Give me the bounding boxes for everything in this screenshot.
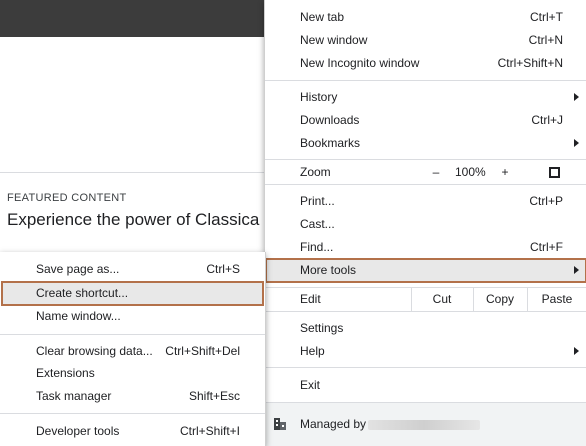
featured-content-title[interactable]: Experience the power of Classica [7,210,259,230]
featured-content-label: FEATURED CONTENT [7,192,127,204]
menu-item-print[interactable]: Print... Ctrl+P [265,190,586,213]
menu-item-settings[interactable]: Settings [265,317,586,340]
menu-item-label: History [300,90,338,104]
zoom-in-button[interactable]: + [496,165,514,179]
menu-item-label: Settings [300,321,344,335]
menu-item-exit[interactable]: Exit [265,374,586,397]
menu-item-new-window[interactable]: New window Ctrl+N [265,29,586,52]
menu-item-zoom: Zoom – 100% + [265,161,586,184]
menu-item-label: Print... [300,194,335,208]
menu-item-more-tools[interactable]: More tools [265,258,586,283]
menu-separator [265,184,586,185]
menu-item-create-shortcut[interactable]: Create shortcut... [1,281,264,306]
menu-separator [265,159,586,160]
menu-item-label: Clear browsing data... [36,344,153,358]
menu-item-label: Save page as... [36,262,120,276]
menu-item-label: Cast... [300,217,335,231]
menu-item-label: Edit [300,292,321,306]
menu-item-developer-tools[interactable]: Developer tools Ctrl+Shift+I [0,420,265,443]
menu-item-label: Task manager [36,389,112,403]
menu-item-help[interactable]: Help [265,340,586,363]
menu-separator [0,334,265,335]
menu-item-clear-browsing-data[interactable]: Clear browsing data... Ctrl+Shift+Del [0,340,265,363]
zoom-level: 100% [455,165,486,179]
menu-item-label: Create shortcut... [36,286,129,300]
menu-item-new-incognito-window[interactable]: New Incognito window Ctrl+Shift+N [265,52,586,75]
menu-item-label: New tab [300,10,345,24]
menu-item-label: Downloads [300,113,360,127]
fullscreen-icon[interactable] [549,167,560,178]
paste-button[interactable]: Paste [527,288,586,311]
building-icon [274,418,286,430]
menu-item-save-page-as[interactable]: Save page as... Ctrl+S [0,258,265,281]
menu-separator [265,311,586,312]
menu-separator [0,413,265,414]
menu-item-new-tab[interactable]: New tab Ctrl+T [265,6,586,29]
submenu-arrow-icon [574,266,579,274]
menu-item-downloads[interactable]: Downloads Ctrl+J [265,109,586,132]
menu-item-label: Zoom [300,165,331,179]
cut-button[interactable]: Cut [411,288,473,311]
menu-item-edit: Edit Cut Copy Paste [265,288,586,311]
menu-item-shortcut: Ctrl+P [529,194,563,208]
menu-item-extensions[interactable]: Extensions [0,362,265,385]
menu-item-cast[interactable]: Cast... [265,213,586,236]
menu-item-name-window[interactable]: Name window... [0,305,265,328]
menu-item-label: Help [300,344,325,358]
menu-item-shortcut: Ctrl+N [528,33,563,47]
menu-item-shortcut: Ctrl+Shift+Del [165,344,240,358]
menu-item-shortcut: Ctrl+S [206,262,240,276]
menu-item-label: Exit [300,378,321,392]
submenu-arrow-icon [574,347,579,355]
menu-item-managed-by[interactable]: Managed by [265,403,586,446]
menu-item-shortcut: Shift+Esc [188,389,240,403]
menu-item-shortcut: Ctrl+Shift+N [497,56,563,70]
menu-item-bookmarks[interactable]: Bookmarks [265,132,586,155]
menu-item-history[interactable]: History [265,86,586,109]
menu-item-label: Find... [300,240,334,254]
menu-item-label: Developer tools [36,424,120,438]
menu-separator [265,367,586,368]
browser-main-menu: New tab Ctrl+T New window Ctrl+N New Inc… [264,0,586,446]
submenu-arrow-icon [574,139,579,147]
menu-item-task-manager[interactable]: Task manager Shift+Esc [0,385,265,408]
menu-separator [265,80,586,81]
menu-item-find[interactable]: Find... Ctrl+F [265,236,586,259]
menu-item-label: New window [300,33,368,47]
menu-item-shortcut: Ctrl+F [530,240,563,254]
submenu-arrow-icon [574,93,579,101]
menu-item-label: Bookmarks [300,136,361,150]
menu-item-label: Managed by [300,417,367,431]
zoom-out-button[interactable]: – [427,165,445,179]
page-divider [0,172,268,173]
more-tools-submenu: Save page as... Ctrl+S Create shortcut..… [0,252,266,446]
menu-item-shortcut: Ctrl+Shift+I [179,424,240,438]
menu-item-shortcut: Ctrl+T [530,10,563,24]
menu-item-label: New Incognito window [300,56,420,70]
menu-item-label: More tools [300,263,357,277]
menu-item-label: Extensions [36,366,95,380]
redacted-organization [368,420,480,430]
menu-item-shortcut: Ctrl+J [531,113,563,127]
copy-button[interactable]: Copy [473,288,527,311]
menu-item-label: Name window... [36,309,121,323]
